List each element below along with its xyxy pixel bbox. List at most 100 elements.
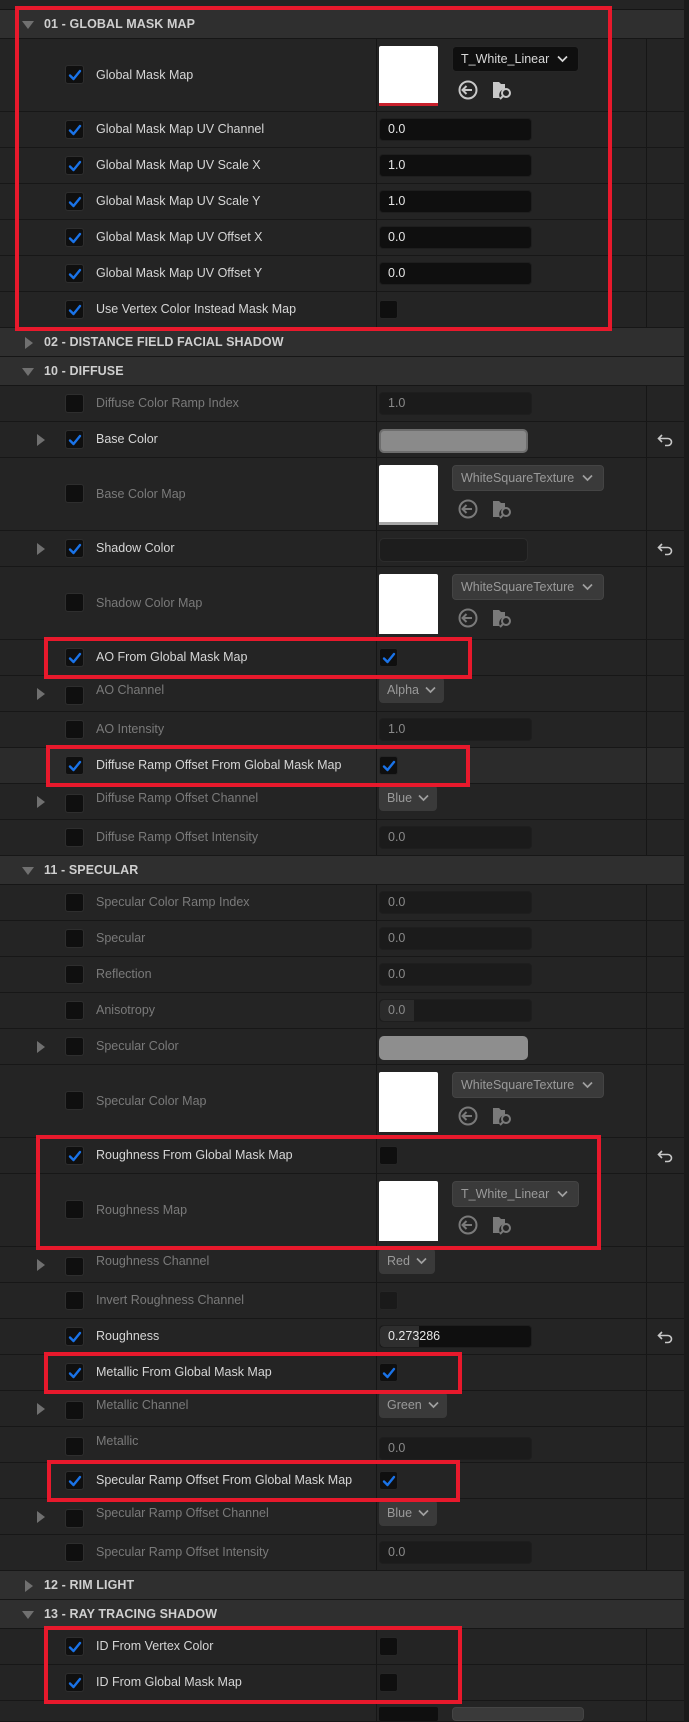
numeric-input[interactable]: 1.0 bbox=[379, 154, 532, 177]
override-checkbox[interactable] bbox=[65, 1509, 84, 1528]
override-checkbox[interactable] bbox=[65, 893, 84, 912]
expand-arrow[interactable] bbox=[24, 337, 36, 349]
numeric-input[interactable]: 0.0 bbox=[379, 826, 532, 849]
channel-dropdown[interactable]: Green bbox=[379, 1392, 447, 1418]
section-header-s01[interactable]: 01 - GLOBAL MASK MAP bbox=[0, 10, 684, 39]
override-checkbox[interactable] bbox=[65, 264, 84, 283]
override-checkbox[interactable] bbox=[65, 1200, 84, 1219]
numeric-input[interactable]: 0.0 bbox=[379, 891, 532, 914]
collapse-arrow[interactable] bbox=[22, 1609, 34, 1619]
override-checkbox[interactable] bbox=[65, 1471, 84, 1490]
override-checkbox[interactable] bbox=[65, 300, 84, 319]
override-checkbox[interactable] bbox=[65, 756, 84, 775]
override-checkbox[interactable] bbox=[65, 648, 84, 667]
numeric-input[interactable]: 0.0 bbox=[379, 1541, 532, 1564]
numeric-input[interactable]: 0.0 bbox=[379, 999, 532, 1022]
override-checkbox[interactable] bbox=[65, 1291, 84, 1310]
numeric-input[interactable]: 0.0 bbox=[379, 963, 532, 986]
override-checkbox[interactable] bbox=[65, 430, 84, 449]
override-checkbox[interactable] bbox=[65, 1257, 84, 1276]
asset-picker-dropdown[interactable]: WhiteSquareTexture bbox=[452, 574, 605, 600]
value-checkbox[interactable] bbox=[379, 1291, 398, 1310]
asset-picker-dropdown[interactable]: WhiteSquareTexture bbox=[452, 465, 605, 491]
expand-arrow[interactable] bbox=[36, 796, 45, 808]
reset-to-default-button[interactable] bbox=[657, 1149, 673, 1166]
expand-arrow[interactable] bbox=[36, 1041, 45, 1053]
color-swatch[interactable] bbox=[379, 538, 528, 562]
numeric-input[interactable]: 1.0 bbox=[379, 718, 532, 741]
override-checkbox[interactable] bbox=[65, 228, 84, 247]
value-checkbox[interactable] bbox=[379, 648, 398, 667]
channel-dropdown[interactable]: Blue bbox=[379, 1500, 438, 1526]
numeric-input[interactable]: 1.0 bbox=[379, 190, 532, 213]
browse-to-asset-icon[interactable] bbox=[491, 498, 513, 523]
expand-arrow[interactable] bbox=[36, 434, 45, 446]
override-checkbox[interactable] bbox=[65, 1037, 84, 1056]
section-header-s11[interactable]: 11 - SPECULAR bbox=[0, 856, 684, 885]
value-checkbox[interactable] bbox=[379, 1471, 398, 1490]
color-swatch[interactable] bbox=[379, 1036, 528, 1060]
value-checkbox[interactable] bbox=[379, 1363, 398, 1382]
override-checkbox[interactable] bbox=[65, 394, 84, 413]
asset-dropdown-partial[interactable] bbox=[452, 1707, 584, 1721]
section-header-s12[interactable]: 12 - RIM LIGHT bbox=[0, 1571, 684, 1600]
texture-thumbnail[interactable] bbox=[379, 574, 438, 634]
override-checkbox[interactable] bbox=[65, 1543, 84, 1562]
expand-arrow[interactable] bbox=[36, 543, 45, 555]
override-checkbox[interactable] bbox=[65, 1327, 84, 1346]
collapse-arrow[interactable] bbox=[22, 366, 34, 376]
texture-thumbnail[interactable] bbox=[379, 1181, 438, 1241]
use-selected-asset-icon[interactable] bbox=[457, 1105, 479, 1130]
reset-to-default-button[interactable] bbox=[657, 433, 673, 450]
section-header-s13[interactable]: 13 - RAY TRACING SHADOW bbox=[0, 1600, 684, 1629]
override-checkbox[interactable] bbox=[65, 484, 84, 503]
value-checkbox[interactable] bbox=[379, 1637, 398, 1656]
override-checkbox[interactable] bbox=[65, 1001, 84, 1020]
expand-arrow[interactable] bbox=[36, 1259, 45, 1271]
override-checkbox[interactable] bbox=[65, 828, 84, 847]
numeric-input[interactable]: 0.0 bbox=[379, 118, 532, 141]
numeric-input[interactable]: 1.0 bbox=[379, 392, 532, 415]
override-checkbox[interactable] bbox=[65, 593, 84, 612]
override-checkbox[interactable] bbox=[65, 1637, 84, 1656]
use-selected-asset-icon[interactable] bbox=[457, 498, 479, 523]
numeric-input[interactable]: 0.0 bbox=[379, 262, 532, 285]
channel-dropdown[interactable]: Blue bbox=[379, 785, 438, 811]
use-selected-asset-icon[interactable] bbox=[457, 1214, 479, 1239]
override-checkbox[interactable] bbox=[65, 794, 84, 813]
numeric-input[interactable]: 0.273286 bbox=[379, 1325, 532, 1348]
asset-picker-dropdown[interactable]: WhiteSquareTexture bbox=[452, 1072, 605, 1098]
value-checkbox[interactable] bbox=[379, 756, 398, 775]
override-checkbox[interactable] bbox=[65, 120, 84, 139]
browse-to-asset-icon[interactable] bbox=[491, 1214, 513, 1239]
browse-to-asset-icon[interactable] bbox=[491, 607, 513, 632]
override-checkbox[interactable] bbox=[65, 1437, 84, 1456]
asset-picker-dropdown[interactable]: T_White_Linear bbox=[452, 1181, 580, 1207]
override-checkbox[interactable] bbox=[65, 1091, 84, 1110]
override-checkbox[interactable] bbox=[65, 1363, 84, 1382]
override-checkbox[interactable] bbox=[65, 686, 84, 705]
override-checkbox[interactable] bbox=[65, 65, 84, 84]
asset-picker-dropdown[interactable]: T_White_Linear bbox=[452, 46, 580, 72]
override-checkbox[interactable] bbox=[65, 1401, 84, 1420]
collapse-arrow[interactable] bbox=[22, 865, 34, 875]
override-checkbox[interactable] bbox=[65, 965, 84, 984]
override-checkbox[interactable] bbox=[65, 1673, 84, 1692]
browse-to-asset-icon[interactable] bbox=[491, 79, 513, 104]
numeric-input[interactable]: 0.0 bbox=[379, 1437, 532, 1460]
collapse-arrow[interactable] bbox=[22, 19, 34, 29]
color-swatch[interactable] bbox=[379, 429, 528, 453]
reset-to-default-button[interactable] bbox=[657, 1330, 673, 1347]
expand-arrow[interactable] bbox=[36, 1403, 45, 1415]
reset-to-default-button[interactable] bbox=[657, 542, 673, 559]
texture-thumbnail[interactable] bbox=[379, 1072, 438, 1132]
expand-arrow[interactable] bbox=[36, 688, 45, 700]
numeric-input[interactable]: 0.0 bbox=[379, 226, 532, 249]
override-checkbox[interactable] bbox=[65, 720, 84, 739]
value-checkbox[interactable] bbox=[379, 1146, 398, 1165]
value-checkbox[interactable] bbox=[379, 1673, 398, 1692]
use-selected-asset-icon[interactable] bbox=[457, 607, 479, 632]
override-checkbox[interactable] bbox=[65, 929, 84, 948]
numeric-input[interactable]: 0.0 bbox=[379, 927, 532, 950]
texture-thumbnail[interactable] bbox=[379, 465, 438, 525]
